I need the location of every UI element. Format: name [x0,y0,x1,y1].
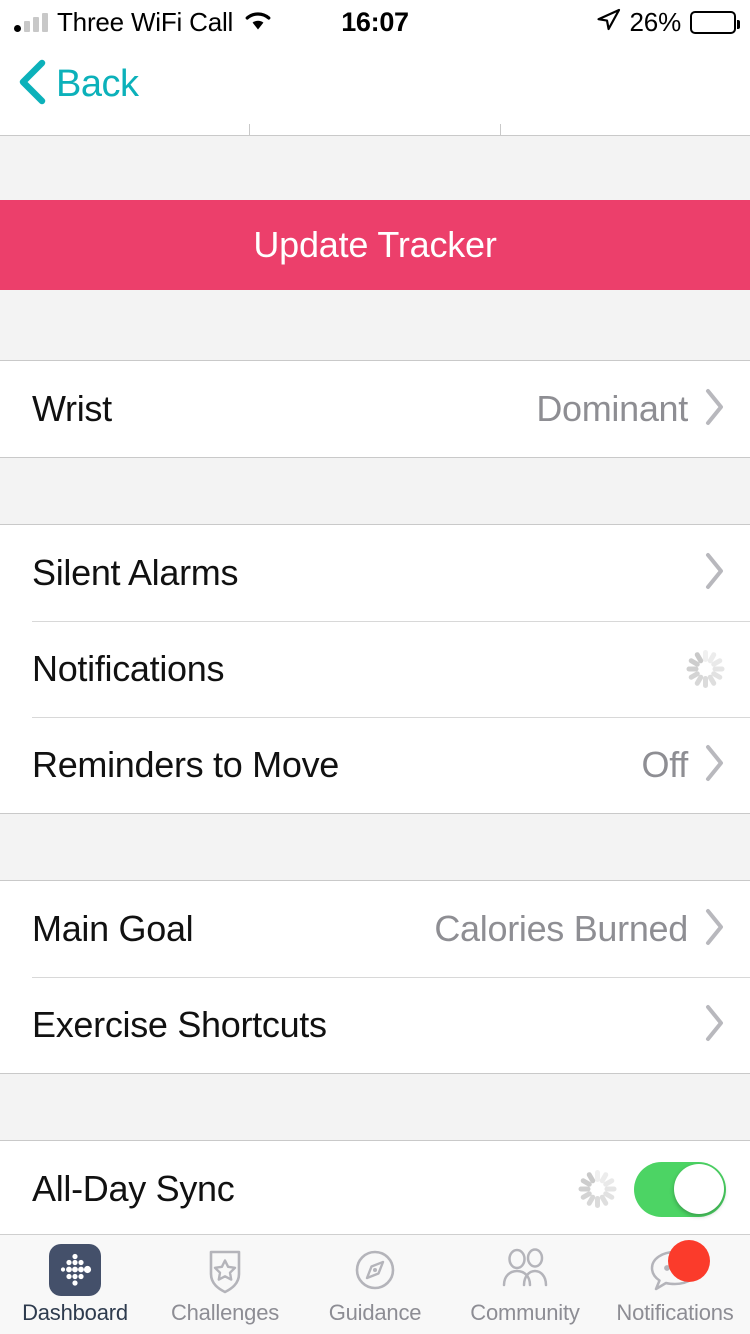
row-reminders-to-move[interactable]: Reminders to Move Off [0,717,750,813]
row-all-day-sync[interactable]: All-Day Sync [0,1141,750,1234]
tab-label: Notifications [616,1300,733,1326]
all-day-sync-toggle[interactable] [634,1162,726,1217]
row-main-goal[interactable]: Main Goal Calories Burned [0,881,750,977]
chevron-right-icon [704,1004,726,1047]
settings-section-alerts: Silent Alarms Notifications Reminders to… [0,524,750,814]
tab-bar: Dashboard Challenges Guidance [0,1234,750,1334]
row-exercise-shortcuts[interactable]: Exercise Shortcuts [0,977,750,1073]
status-bar-right: 26% [595,7,736,38]
settings-list[interactable]: Update Tracker Wrist Dominant [0,124,750,1234]
row-value: Calories Burned [434,908,688,950]
update-tracker-label: Update Tracker [253,224,496,266]
tab-label: Challenges [171,1300,279,1326]
settings-section-goals: Main Goal Calories Burned Exercise Short… [0,880,750,1074]
row-title: All-Day Sync [32,1168,576,1210]
tab-label: Community [470,1300,579,1326]
back-button[interactable]: Back [0,58,138,111]
row-title: Exercise Shortcuts [32,1004,704,1046]
speech-bubble-icon [646,1244,704,1296]
section-gap [0,290,750,360]
loading-spinner-icon [684,648,726,690]
settings-section-wrist: Wrist Dominant [0,360,750,458]
tab-label: Dashboard [22,1300,128,1326]
fitbit-dots-icon [49,1244,101,1296]
section-gap [0,136,750,200]
row-title: Reminders to Move [32,744,642,786]
tab-notifications[interactable]: Notifications [600,1235,750,1334]
row-title: Notifications [32,648,684,690]
back-label: Back [56,63,138,106]
battery-icon [690,11,736,34]
row-accessory [576,1162,726,1217]
section-gap [0,1074,750,1140]
row-accessory: Calories Burned [434,908,726,951]
segment-3[interactable] [500,124,750,135]
chevron-right-icon [704,908,726,951]
segmented-row-partial[interactable] [0,124,750,136]
status-bar: Three WiFi Call 16:07 26% [0,0,750,44]
chevron-right-icon [704,744,726,787]
row-accessory [684,648,726,690]
tab-dashboard[interactable]: Dashboard [0,1235,150,1334]
chevron-right-icon [704,552,726,595]
notification-badge [668,1240,710,1282]
update-tracker-button[interactable]: Update Tracker [0,200,750,290]
row-wrist[interactable]: Wrist Dominant [0,361,750,457]
row-accessory: Off [642,744,726,787]
tab-community[interactable]: Community [450,1235,600,1334]
location-arrow-icon [595,7,621,38]
row-title: Main Goal [32,908,434,950]
navigation-bar: Back [0,44,750,124]
app-screen: Three WiFi Call 16:07 26% [0,0,750,1334]
section-gap [0,458,750,524]
loading-spinner-icon [576,1168,618,1210]
row-accessory [704,1004,726,1047]
row-silent-alarms[interactable]: Silent Alarms [0,525,750,621]
compass-icon [348,1244,402,1296]
segment-1[interactable] [0,124,249,135]
row-title: Silent Alarms [32,552,704,594]
segment-2[interactable] [249,124,499,135]
settings-section-sync: All-Day Sync Sync Now [0,1140,750,1234]
row-value: Dominant [536,388,688,430]
row-value: Off [642,744,688,786]
row-accessory: Dominant [536,388,726,431]
tab-guidance[interactable]: Guidance [300,1235,450,1334]
section-gap [0,814,750,880]
tab-challenges[interactable]: Challenges [150,1235,300,1334]
battery-percent-label: 26% [630,7,681,38]
row-title: Wrist [32,388,536,430]
toggle-knob [674,1164,724,1214]
row-notifications[interactable]: Notifications [0,621,750,717]
chevron-right-icon [704,388,726,431]
tab-label: Guidance [329,1300,422,1326]
chevron-left-icon [16,58,48,111]
row-accessory [704,552,726,595]
shield-star-icon [198,1244,252,1296]
people-icon [495,1244,555,1296]
